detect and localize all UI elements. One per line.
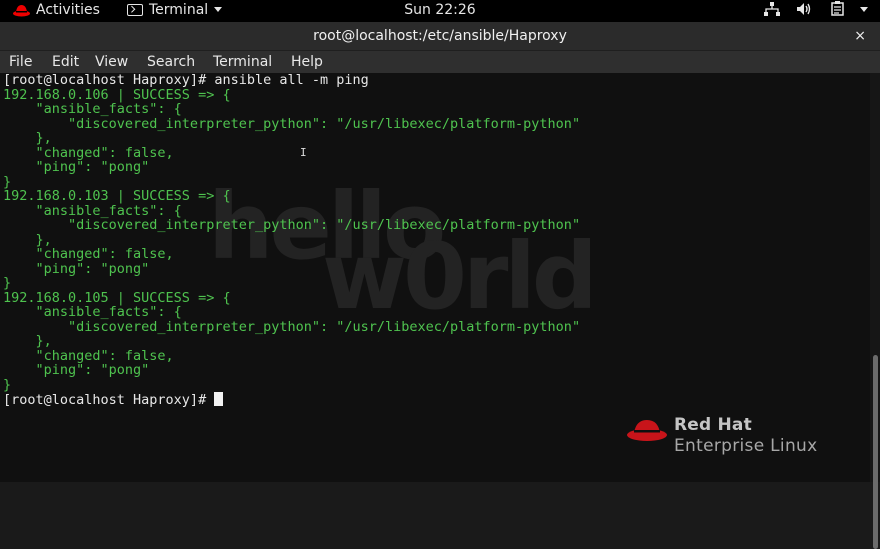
menu-help[interactable]: Help bbox=[291, 51, 323, 73]
clipboard-icon[interactable] bbox=[830, 0, 844, 21]
output-line: "discovered_interpreter_python": "/usr/l… bbox=[3, 318, 581, 335]
menu-edit[interactable]: Edit bbox=[52, 51, 79, 73]
terminal-output: [root@localhost Haproxy]# ansible all -m… bbox=[3, 73, 580, 407]
output-line: "discovered_interpreter_python": "/usr/l… bbox=[3, 217, 581, 233]
terminal-view[interactable]: hello w0rld Red Hat Enterprise Linux [ro… bbox=[0, 73, 870, 482]
mouse-ibeam-icon: I bbox=[300, 146, 307, 159]
menu-file[interactable]: File bbox=[9, 51, 32, 73]
clock[interactable]: Sun 22:26 bbox=[0, 0, 880, 22]
output-line: "ansible_facts": { bbox=[3, 304, 182, 320]
redhat-hat-icon bbox=[627, 420, 667, 441]
volume-icon[interactable] bbox=[796, 0, 814, 21]
output-line: "ping": "pong" bbox=[3, 159, 150, 175]
system-tray[interactable] bbox=[752, 0, 868, 22]
final-prompt-line: [root@localhost Haproxy]# bbox=[3, 392, 580, 407]
top-bar: Activities Terminal Sun 22:26 bbox=[0, 0, 880, 22]
output-line: }, bbox=[3, 333, 52, 349]
output-line: } bbox=[3, 275, 12, 291]
menu-view[interactable]: View bbox=[95, 51, 128, 73]
output-line: 192.168.0.106 | SUCCESS => { bbox=[3, 86, 231, 103]
output-line: "changed": false, bbox=[3, 144, 174, 161]
output-line: } bbox=[3, 376, 12, 393]
system-menu-chevron-icon[interactable] bbox=[860, 0, 868, 21]
menu-terminal[interactable]: Terminal bbox=[213, 51, 272, 73]
menu-bar: File Edit View Search Terminal Help bbox=[0, 51, 880, 73]
output-line: } bbox=[3, 173, 12, 190]
scrollbar-thumb[interactable] bbox=[873, 355, 878, 549]
output-line: "ansible_facts": { bbox=[3, 202, 182, 219]
output-line: "ansible_facts": { bbox=[3, 101, 182, 117]
close-window-button[interactable]: × bbox=[854, 22, 866, 50]
prompt: [root@localhost Haproxy]# bbox=[3, 73, 215, 88]
window-title: root@localhost:/etc/ansible/Haproxy bbox=[313, 28, 567, 44]
network-icon[interactable] bbox=[763, 0, 780, 21]
prompt: [root@localhost Haproxy]# bbox=[3, 392, 215, 408]
rhel-brand-line1: Red Hat bbox=[674, 415, 752, 435]
output-line: "changed": false, bbox=[3, 347, 174, 364]
output-line: 192.168.0.103 | SUCCESS => { bbox=[3, 188, 231, 204]
command-line: [root@localhost Haproxy]# ansible all -m… bbox=[3, 73, 580, 88]
terminal-scrollbar[interactable] bbox=[870, 73, 880, 549]
rhel-brand-line2: Enterprise Linux bbox=[674, 436, 818, 456]
output-line: }, bbox=[3, 130, 52, 146]
command-text: ansible all -m ping bbox=[214, 73, 369, 88]
output-line: "discovered_interpreter_python": "/usr/l… bbox=[3, 115, 581, 132]
output-line: }, bbox=[3, 231, 52, 248]
output-line: "changed": false, bbox=[3, 246, 174, 262]
menu-search[interactable]: Search bbox=[147, 51, 195, 73]
text-cursor bbox=[214, 392, 224, 406]
output-line: 192.168.0.105 | SUCCESS => { bbox=[3, 289, 231, 306]
rhel-logo: Red Hat Enterprise Linux bbox=[626, 415, 856, 466]
window-titlebar[interactable]: root@localhost:/etc/ansible/Haproxy × bbox=[0, 22, 880, 51]
output-line: "ping": "pong" bbox=[3, 260, 150, 277]
output-line: "ping": "pong" bbox=[3, 362, 150, 378]
